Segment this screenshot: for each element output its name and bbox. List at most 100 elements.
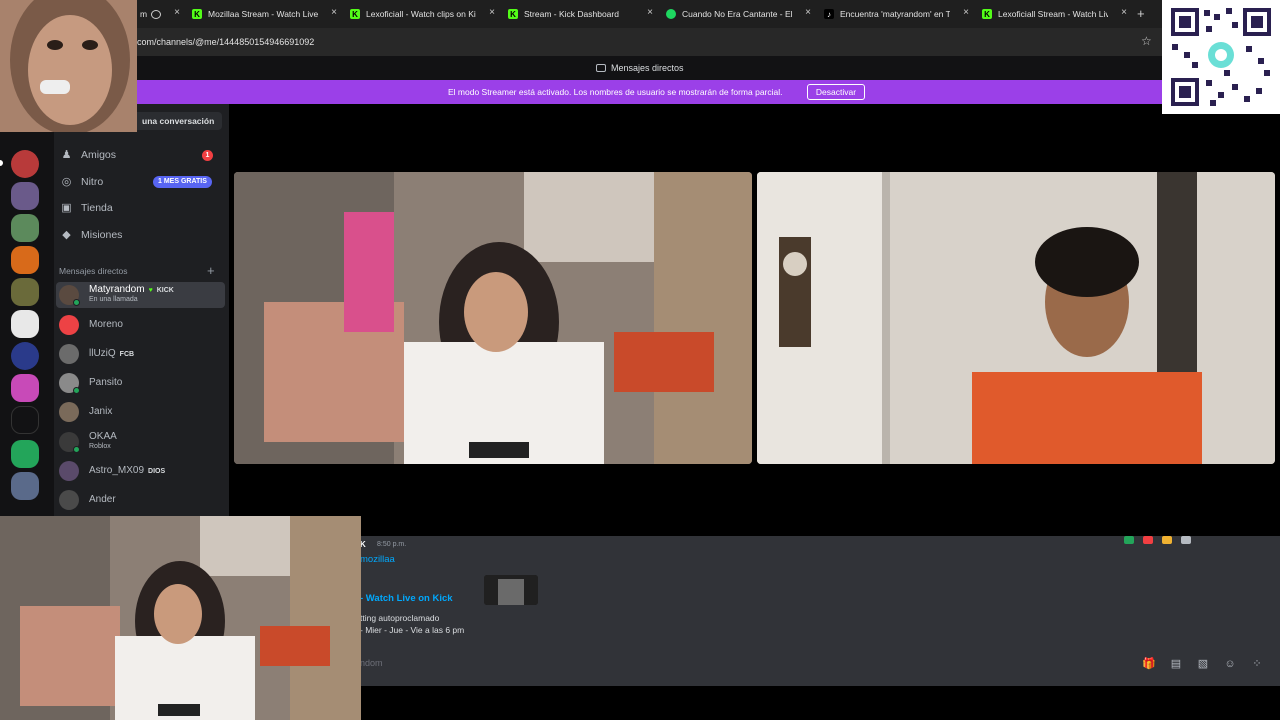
tab-title: Encuentra 'matyrandom' en Tik (840, 9, 950, 19)
qr-code-image (1162, 0, 1280, 114)
create-dm-button[interactable]: + (207, 263, 215, 278)
dm-name: llUziQ FCB (89, 348, 135, 359)
dm-name: Pansito (89, 377, 123, 388)
dm-item[interactable]: OKAA Roblox (56, 429, 225, 455)
close-tab-icon[interactable]: × (489, 7, 495, 18)
kick-icon: K (508, 9, 518, 19)
dm-status-text: En una llamada (89, 296, 138, 303)
server-icon[interactable] (11, 150, 39, 178)
server-icon[interactable] (11, 374, 39, 402)
status-indicator (73, 387, 80, 394)
message-input[interactable]: ndom (360, 658, 383, 668)
server-rail (0, 104, 54, 516)
nav-label: Nitro (81, 176, 104, 188)
dm-name: Moreno (89, 319, 123, 330)
close-tab-icon[interactable]: × (647, 7, 653, 18)
chat-panel: K 8:50 p.m. mozillaa - Watch Live on Kic… (229, 536, 1280, 686)
reaction-icon[interactable] (1181, 536, 1191, 544)
tab-title: Lexoficiall Stream - Watch Live (998, 9, 1108, 19)
status-indicator (73, 299, 80, 306)
dm-name: Janix (89, 406, 113, 417)
notification-badge: 1 (202, 149, 213, 161)
video-tile[interactable] (757, 172, 1275, 464)
dm-name: Matyrandom ♥ KICK (89, 284, 174, 295)
tab-title: Mozillaa Stream - Watch Live on Kick (208, 9, 318, 19)
close-tab-icon[interactable]: × (331, 7, 337, 18)
streamer-mode-banner: El modo Streamer está activado. Los nomb… (0, 80, 1280, 104)
apps-icon[interactable]: ⁘ (1250, 657, 1264, 671)
avatar (59, 461, 79, 481)
tab-title: m (140, 9, 148, 19)
tab-lexoficiall-stream[interactable]: K Lexoficiall Stream - Watch Live × (982, 3, 1127, 25)
nitro-promo-badge: 1 MES GRATIS (153, 176, 212, 188)
dm-item[interactable]: Pansito (56, 370, 225, 396)
gif-icon[interactable]: ▤ (1169, 657, 1183, 671)
voice-call-area (229, 104, 1280, 536)
url-field[interactable]: com/channels/@me/1444850154946691092 (137, 37, 314, 47)
kick-icon: K (350, 9, 360, 19)
dm-item[interactable]: llUziQ FCB (56, 341, 225, 367)
message-link[interactable]: mozillaa (360, 554, 395, 565)
embed-title[interactable]: - Watch Live on Kick (360, 593, 453, 604)
close-tab-icon[interactable]: × (1121, 7, 1127, 18)
close-tab-icon[interactable]: × (174, 7, 180, 18)
tab-mozillaa-stream[interactable]: K Mozillaa Stream - Watch Live on Kick × (192, 3, 337, 25)
tab-tiktok[interactable]: ♪ Encuentra 'matyrandom' en Tik × (824, 3, 969, 25)
nav-label: Amigos (81, 149, 117, 161)
nav-label: Tienda (81, 202, 113, 214)
dm-item[interactable]: Matyrandom ♥ KICK En una llamada (56, 282, 225, 308)
webcam-image (0, 516, 361, 720)
address-bar: com/channels/@me/1444850154946691092 ☆ (0, 28, 1280, 56)
discord-title-bar: Mensajes directos (0, 56, 1280, 80)
embed-thumbnail[interactable] (484, 575, 538, 605)
close-tab-icon[interactable]: × (805, 7, 811, 18)
tab-lexoficiall-clips[interactable]: K Lexoficiall - Watch clips on Kick × (350, 3, 495, 25)
video-tile[interactable] (234, 172, 752, 464)
screen: m × K Mozillaa Stream - Watch Live on Ki… (0, 0, 1280, 720)
reaction-icon[interactable] (1162, 536, 1172, 544)
dm-item[interactable]: Moreno (56, 312, 225, 338)
tab-kick-dashboard[interactable]: K Stream - Kick Dashboard × (508, 3, 653, 25)
reaction-icon[interactable] (1143, 536, 1153, 544)
deactivate-streamer-button[interactable]: Desactivar (807, 84, 865, 100)
dm-item[interactable]: Janix (56, 399, 225, 425)
server-icon[interactable] (11, 440, 39, 468)
composer-tools: 🎁 ▤ ▧ ☺ ⁘ (1142, 657, 1264, 671)
server-icon[interactable] (11, 246, 39, 274)
server-icon[interactable] (11, 214, 39, 242)
bookmark-star-icon[interactable]: ☆ (1141, 34, 1152, 48)
webcam-overlay (0, 0, 137, 132)
emoji-icon[interactable]: ☺ (1223, 657, 1237, 671)
server-icon[interactable] (11, 342, 39, 370)
quests-icon: ◆ (62, 228, 71, 241)
kick-icon: K (192, 9, 202, 19)
nav-quests[interactable]: ◆ Misiones (54, 223, 229, 247)
nav-shop[interactable]: ▣ Tienda (54, 196, 229, 220)
obs-icon (151, 9, 162, 19)
reaction-icon[interactable] (1124, 536, 1134, 544)
dm-item[interactable]: Ander (56, 487, 225, 513)
tab-spotify[interactable]: Cuando No Era Cantante - El Bi × (666, 3, 811, 25)
avatar (59, 490, 79, 510)
server-icon[interactable] (11, 182, 39, 210)
shop-icon: ▣ (61, 201, 72, 214)
server-icon[interactable] (11, 310, 39, 338)
tab-obs[interactable]: m × (140, 3, 180, 25)
folder-icon[interactable] (11, 406, 39, 434)
nitro-icon: ◎ (61, 175, 72, 188)
nav-nitro[interactable]: ◎ Nitro 1 MES GRATIS (54, 170, 229, 194)
close-tab-icon[interactable]: × (963, 7, 969, 18)
gift-icon[interactable]: 🎁 (1142, 657, 1156, 671)
webcam-image (0, 0, 137, 132)
server-icon[interactable] (11, 278, 39, 306)
friends-icon: ♟ (61, 148, 72, 161)
dm-section-header: Mensajes directos (59, 266, 128, 276)
dm-item[interactable]: Astro_MX09 DIOS (56, 458, 225, 484)
avatar (59, 344, 79, 364)
nav-friends[interactable]: ♟ Amigos 1 (54, 143, 229, 167)
new-tab-button[interactable]: + (1137, 6, 1145, 21)
spotify-icon (666, 9, 676, 19)
sticker-icon[interactable]: ▧ (1196, 657, 1210, 671)
server-icon[interactable] (11, 472, 39, 500)
message-actions (1124, 536, 1191, 544)
